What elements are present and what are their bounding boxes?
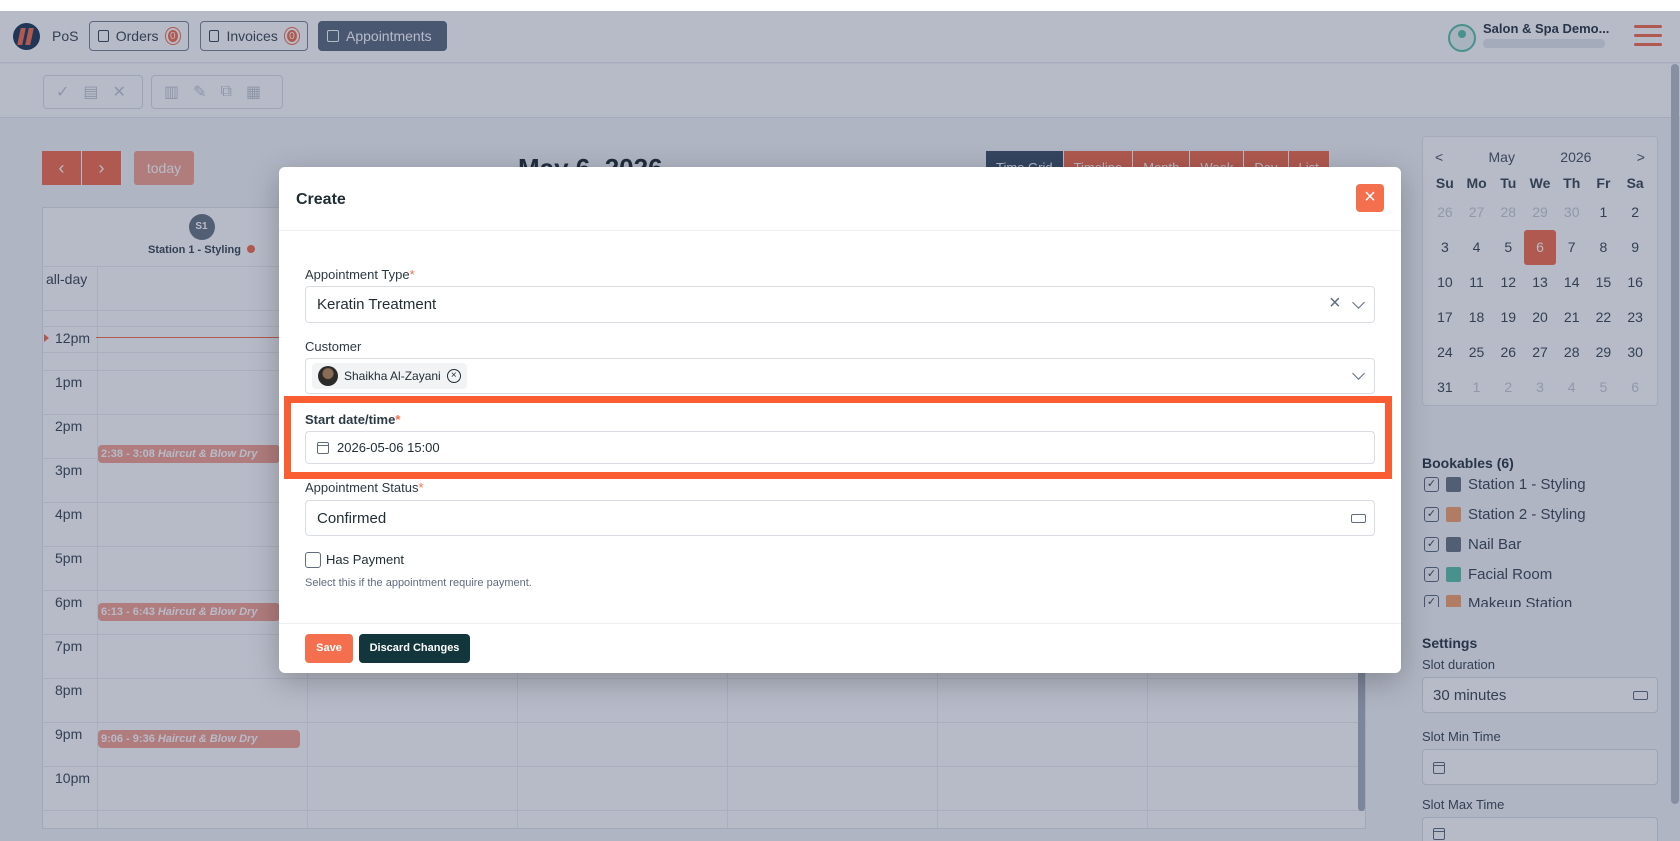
has-payment-help: Select this if the appointment require p… (305, 577, 532, 589)
customer-avatar (318, 366, 338, 386)
modal-close-button[interactable]: × (1356, 184, 1384, 212)
remove-customer-icon[interactable]: × (446, 369, 461, 383)
appointment-status-select[interactable]: Confirmed (305, 500, 1375, 536)
clear-icon[interactable]: × (1329, 292, 1341, 315)
start-datetime-highlight (284, 396, 1392, 479)
close-icon: × (1364, 186, 1376, 208)
keyboard-icon (1351, 514, 1366, 523)
appointment-type-value: Keratin Treatment (317, 296, 437, 313)
discard-changes-button[interactable]: Discard Changes (359, 634, 470, 663)
appointment-type-label: Appointment Type* (305, 267, 415, 282)
has-payment-label[interactable]: Has Payment (326, 552, 404, 567)
chevron-down-icon[interactable] (1352, 367, 1365, 380)
customer-name: Shaikha Al-Zayani (344, 369, 441, 383)
modal-title: Create (296, 191, 346, 208)
has-payment-checkbox[interactable] (305, 552, 321, 568)
appointment-status-label: Appointment Status* (305, 480, 424, 495)
customer-select[interactable]: Shaikha Al-Zayani × (305, 358, 1375, 394)
save-button[interactable]: Save (305, 634, 353, 663)
appointment-type-select[interactable]: Keratin Treatment × (305, 286, 1375, 323)
customer-chip: Shaikha Al-Zayani × (312, 363, 467, 389)
customer-label: Customer (305, 339, 362, 354)
appointment-status-value: Confirmed (317, 510, 387, 527)
chevron-down-icon[interactable] (1352, 296, 1365, 309)
